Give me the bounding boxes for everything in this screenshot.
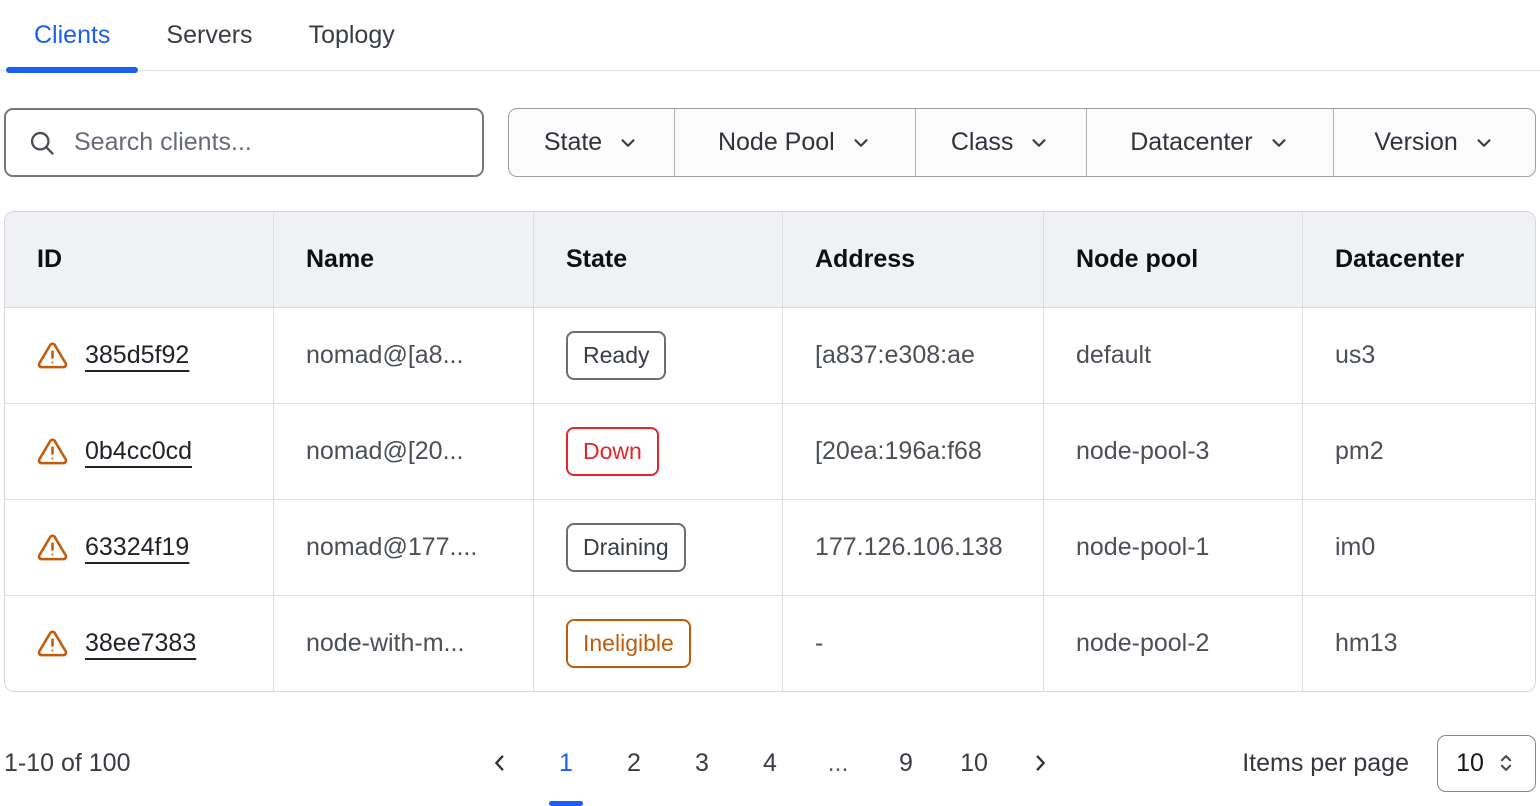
chevron-right-icon[interactable] [1023,746,1057,780]
page-button-3[interactable]: 3 [683,743,721,784]
page-button-2[interactable]: 2 [615,743,653,784]
column-header-datacenter: Datacenter [1303,212,1535,307]
id-cell: 385d5f92 [5,308,274,403]
filter-state[interactable]: State [509,109,674,176]
address-cell: [20ea:196a:f68 [783,404,1044,499]
name-cell: nomad@[20... [274,404,534,499]
client-id-link[interactable]: 38ee7383 [85,629,196,658]
filter-class[interactable]: Class [915,109,1086,176]
datacenter-cell: us3 [1303,308,1535,403]
node-pool-cell: node-pool-2 [1044,596,1303,691]
node-pool-cell: node-pool-1 [1044,500,1303,595]
filter-class-label: Class [951,128,1014,157]
name-cell: nomad@177.... [274,500,534,595]
items-per-page: Items per page 10 [1057,735,1536,792]
id-cell: 0b4cc0cd [5,404,274,499]
items-per-page-select[interactable]: 10 [1437,735,1536,792]
name-cell: nomad@[a8... [274,308,534,403]
table-row[interactable]: 385d5f92 nomad@[a8... Ready [a837:e308:a… [5,307,1535,403]
state-cell: Ready [534,308,783,403]
node-pool-cell: node-pool-3 [1044,404,1303,499]
address-cell: - [783,596,1044,691]
node-pool-cell: default [1044,308,1303,403]
page-button-1[interactable]: 1 [547,743,585,784]
chevron-left-icon[interactable] [483,746,517,780]
chevron-up-down-icon [1495,752,1517,774]
page-button-10[interactable]: 10 [955,743,993,784]
id-cell: 63324f19 [5,500,274,595]
table-body: 385d5f92 nomad@[a8... Ready [a837:e308:a… [5,307,1535,691]
clients-table: ID Name State Address Node pool Datacent… [4,211,1536,692]
pager: 1 2 3 4 ... 9 10 [483,743,1057,784]
items-per-page-label: Items per page [1242,749,1409,778]
state-badge: Down [566,427,659,476]
filter-datacenter-label: Datacenter [1130,128,1252,157]
filter-group: State Node Pool Class Datacenter Version [508,108,1536,177]
pagination-range-label: 1-10 of 100 [4,749,483,778]
page-button-4[interactable]: 4 [751,743,789,784]
tab-servers[interactable]: Servers [138,0,280,70]
column-header-address: Address [783,212,1044,307]
table-row[interactable]: 0b4cc0cd nomad@[20... Down [20ea:196a:f6… [5,403,1535,499]
warning-icon [37,532,68,563]
items-per-page-value: 10 [1456,749,1484,778]
datacenter-cell: pm2 [1303,404,1535,499]
column-header-id: ID [5,212,274,307]
state-cell: Ineligible [534,596,783,691]
datacenter-cell: im0 [1303,500,1535,595]
name-cell: node-with-m... [274,596,534,691]
filter-version-label: Version [1374,128,1457,157]
address-cell: [a837:e308:ae [783,308,1044,403]
filter-state-label: State [544,128,602,157]
tab-bar: Clients Servers Toplogy [0,0,1540,71]
table-row[interactable]: 38ee7383 node-with-m... Ineligible - nod… [5,595,1535,691]
column-header-state: State [534,212,783,307]
tab-topology[interactable]: Toplogy [281,0,423,70]
chevron-down-icon [617,132,639,154]
chevron-down-icon [850,132,872,154]
filter-node-pool-label: Node Pool [718,128,835,157]
client-id-link[interactable]: 385d5f92 [85,341,189,370]
state-cell: Down [534,404,783,499]
column-header-name: Name [274,212,534,307]
table-header-row: ID Name State Address Node pool Datacent… [5,212,1535,307]
tab-clients[interactable]: Clients [6,0,138,70]
search-input[interactable] [72,127,460,158]
state-badge: Draining [566,523,686,572]
address-cell: 177.126.106.138 [783,500,1044,595]
chevron-down-icon [1028,132,1050,154]
toolbar: State Node Pool Class Datacenter Version [4,108,1536,177]
chevron-down-icon [1473,132,1495,154]
column-header-node-pool: Node pool [1044,212,1303,307]
page-button-9[interactable]: 9 [887,743,925,784]
datacenter-cell: hm13 [1303,596,1535,691]
search-box [4,108,484,177]
filter-datacenter[interactable]: Datacenter [1086,109,1334,176]
chevron-down-icon [1268,132,1290,154]
table-row[interactable]: 63324f19 nomad@177.... Draining 177.126.… [5,499,1535,595]
id-cell: 38ee7383 [5,596,274,691]
filter-version[interactable]: Version [1333,109,1535,176]
filter-node-pool[interactable]: Node Pool [674,109,915,176]
warning-icon [37,628,68,659]
warning-icon [37,340,68,371]
state-badge: Ineligible [566,619,691,668]
state-badge: Ready [566,331,666,380]
warning-icon [37,436,68,467]
client-id-link[interactable]: 0b4cc0cd [85,437,192,466]
pagination-bar: 1-10 of 100 1 2 3 4 ... 9 10 Items per p… [4,734,1536,792]
state-cell: Draining [534,500,783,595]
client-id-link[interactable]: 63324f19 [85,533,189,562]
page-ellipsis: ... [819,749,857,778]
search-icon [28,129,56,157]
